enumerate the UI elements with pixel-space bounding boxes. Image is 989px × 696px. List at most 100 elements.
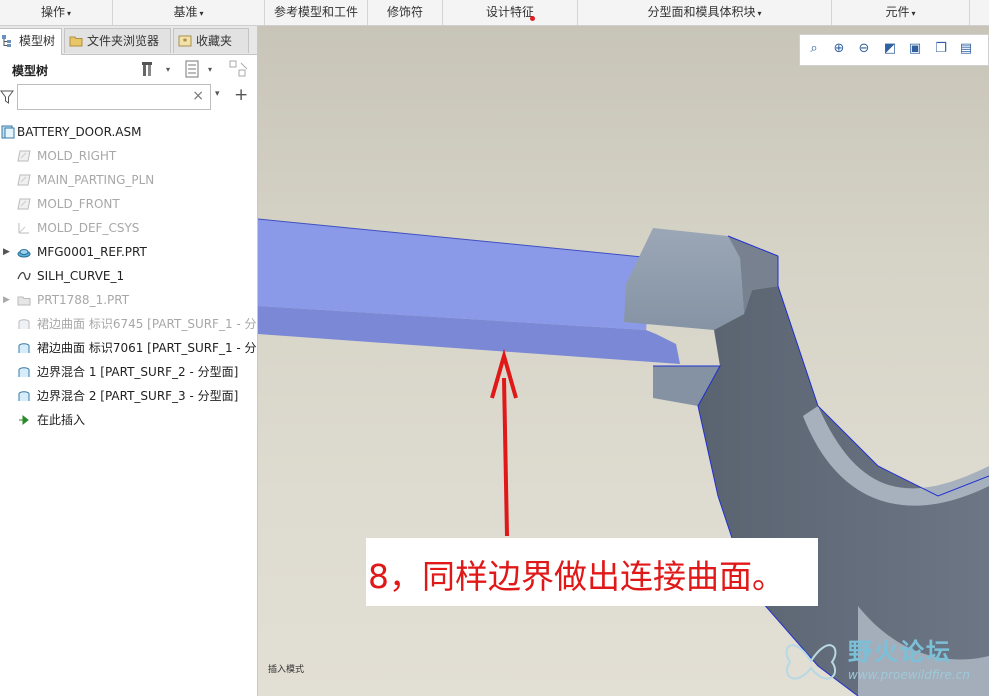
watermark-url: www.proewildfire.cn <box>848 668 970 682</box>
add-icon[interactable]: + <box>234 85 248 105</box>
tree-item-label: 裙边曲面 标识7061 [PART_SURF_1 - 分型 <box>37 341 257 355</box>
repaint-icon[interactable]: ◩ <box>882 41 898 57</box>
assembly-icon <box>1 125 15 139</box>
chevron-down-icon: ▾ <box>67 9 72 18</box>
group-design-features[interactable]: 设计特征 <box>443 0 578 25</box>
group-reference-model-label: 参考模型和工件 <box>273 5 358 19</box>
ribbon-overflow[interactable] <box>970 0 989 25</box>
tree-search-row: × ▾ + <box>0 84 257 114</box>
group-parting-surface[interactable]: 分型面和模具体积块 ▾ <box>578 0 832 25</box>
part-icon <box>17 296 31 306</box>
svg-text:*: * <box>183 38 188 48</box>
tree-item-label: 边界混合 2 [PART_SURF_3 - 分型面] <box>37 389 239 403</box>
surface-icon <box>18 319 30 329</box>
ribbon-group-bar: 操作 ▾ 基准 ▾ 参考模型和工件 修饰符 设计特征 分型面和模具体积块 ▾ 元件 ▾ <box>0 0 989 26</box>
curve-icon <box>17 271 31 281</box>
tree-item-mold-front[interactable]: MOLD_FRONT <box>0 192 257 216</box>
chevron-down-icon[interactable]: ▾ <box>166 65 170 85</box>
tree-item-label: SILH_CURVE_1 <box>37 269 125 283</box>
tree-search-input[interactable]: × <box>17 84 211 110</box>
tree-item-mold-def-csys[interactable]: MOLD_DEF_CSYS <box>0 216 257 240</box>
butterfly-logo-icon <box>785 644 837 680</box>
surface-icon <box>18 343 30 353</box>
annotation-callout: 8，同样边界做出连接曲面。 <box>366 538 818 606</box>
group-modifiers[interactable]: 修饰符 <box>368 0 443 25</box>
group-reference-model[interactable]: 参考模型和工件 <box>265 0 368 25</box>
tree-item-mfg-ref-part[interactable]: ▶ MFG0001_REF.PRT <box>0 240 257 264</box>
surface-icon <box>18 367 30 377</box>
part-icon <box>17 249 31 258</box>
tree-item-skirt-surface-6745[interactable]: 裙边曲面 标识6745 [PART_SURF_1 - 分型 <box>0 312 257 336</box>
watermark: 野火论坛 www.proewildfire.cn <box>778 626 989 696</box>
expand-arrow-icon[interactable]: ▶ <box>3 240 10 264</box>
tree-item-label: MFG0001_REF.PRT <box>37 245 147 259</box>
view-manager-icon[interactable]: ▤ <box>958 41 974 57</box>
expand-arrow-icon[interactable]: ▶ <box>3 288 10 312</box>
tab-folder-browser[interactable]: 文件夹浏览器 <box>64 28 171 53</box>
clear-icon[interactable]: × <box>192 88 204 104</box>
highlighted-boundary-surface[interactable] <box>258 218 680 364</box>
group-design-features-label: 设计特征 <box>485 5 534 19</box>
tree-item-assembly[interactable]: BATTERY_DOOR.ASM <box>0 120 257 144</box>
refit-icon[interactable]: ⌕ <box>806 41 822 57</box>
datum-plane-icon <box>17 174 31 186</box>
tree-item-insert-here[interactable]: 在此插入 <box>0 408 257 432</box>
chevron-down-icon: ▾ <box>757 9 762 18</box>
favorites-icon: * <box>178 35 192 48</box>
folder-icon <box>69 36 83 47</box>
tree-item-boundary-blend-1[interactable]: 边界混合 1 [PART_SURF_2 - 分型面] <box>0 360 257 384</box>
graphics-viewport[interactable]: ⌕ ⊕ ⊖ ◩ ▣ ❐ ▤ 8，同样边界做出连接曲面。 插入模式 野火论坛 ww… <box>258 26 989 696</box>
settings-tools-icon[interactable] <box>141 60 159 80</box>
zoom-out-icon[interactable]: ⊖ <box>856 41 872 57</box>
tree-item-silh-curve[interactable]: SILH_CURVE_1 <box>0 264 257 288</box>
group-components[interactable]: 元件 ▾ <box>832 0 970 25</box>
group-components-label: 元件 <box>885 5 910 19</box>
chevron-down-icon[interactable]: ▾ <box>215 89 220 99</box>
model-tree-header: 模型树 ▾ ▾ <box>0 56 257 82</box>
tab-folder-browser-label: 文件夹浏览器 <box>87 34 160 48</box>
view-toolbar: ⌕ ⊕ ⊖ ◩ ▣ ❐ ▤ <box>799 34 989 66</box>
group-parting-surface-label: 分型面和模具体积块 <box>647 5 756 19</box>
datum-plane-icon <box>17 150 31 162</box>
tree-item-label: MOLD_FRONT <box>37 197 120 211</box>
model-tree-icon <box>2 35 11 47</box>
tree-item-boundary-blend-2[interactable]: 边界混合 2 [PART_SURF_3 - 分型面] <box>0 384 257 408</box>
tab-model-tree-label: 模型树 <box>19 34 56 48</box>
tab-favorites[interactable]: * 收藏夹 <box>173 28 249 53</box>
filter-icon[interactable] <box>0 90 14 104</box>
group-datum-label: 基准 <box>173 5 198 19</box>
display-style-icon[interactable]: ▣ <box>907 41 923 57</box>
csys-icon <box>18 223 29 234</box>
chevron-down-icon: ▾ <box>911 9 916 18</box>
surface-icon <box>18 391 30 401</box>
insert-arrow-icon <box>19 414 29 426</box>
navigator-panel: 模型树 文件夹浏览器 * 收藏夹 模型树 ▾ ▾ × ▾ + BATTERY_D… <box>0 26 258 696</box>
saved-orientations-icon[interactable]: ❐ <box>933 41 949 57</box>
tree-item-skirt-surface-7061[interactable]: 裙边曲面 标识7061 [PART_SURF_1 - 分型 <box>0 336 257 360</box>
notification-dot-icon <box>530 16 535 21</box>
tree-item-mold-right[interactable]: MOLD_RIGHT <box>0 144 257 168</box>
tree-item-main-parting-pln[interactable]: MAIN_PARTING_PLN <box>0 168 257 192</box>
watermark-text: 野火论坛 <box>848 638 952 666</box>
chevron-down-icon: ▾ <box>199 9 204 18</box>
group-datum[interactable]: 基准 ▾ <box>113 0 265 25</box>
tree-item-label: MAIN_PARTING_PLN <box>37 173 155 187</box>
chevron-down-icon[interactable]: ▾ <box>208 65 212 85</box>
tree-item-label: BATTERY_DOOR.ASM <box>17 125 142 139</box>
group-operations-label: 操作 <box>40 5 65 19</box>
tree-item-label: 裙边曲面 标识6745 [PART_SURF_1 - 分型 <box>37 317 257 331</box>
annotation-arrow <box>490 348 518 537</box>
navigator-tabs: 模型树 文件夹浏览器 * 收藏夹 <box>0 26 257 55</box>
zoom-in-icon[interactable]: ⊕ <box>831 41 847 57</box>
tab-model-tree[interactable]: 模型树 <box>0 28 62 55</box>
group-operations[interactable]: 操作 ▾ <box>0 0 113 25</box>
model-tree-title: 模型树 <box>12 64 49 78</box>
tree-item-label: MOLD_RIGHT <box>37 149 117 163</box>
tree-filter-settings-icon[interactable] <box>229 60 249 80</box>
tab-favorites-label: 收藏夹 <box>196 34 233 48</box>
tree-item-workpiece-part[interactable]: ▶ PRT1788_1.PRT <box>0 288 257 312</box>
datum-plane-icon <box>17 198 31 210</box>
tree-item-label: 在此插入 <box>37 413 86 427</box>
model-tree: BATTERY_DOOR.ASM MOLD_RIGHT MAIN_PARTING… <box>0 120 257 432</box>
show-options-icon[interactable] <box>184 60 202 80</box>
